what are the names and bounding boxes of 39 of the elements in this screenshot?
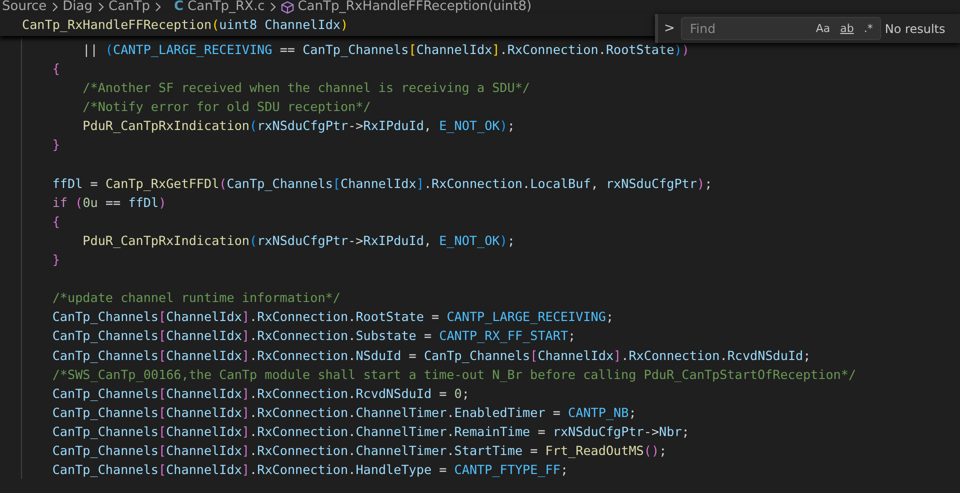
code-line: PduR_CanTpRxIndication(rxNSduCfgPtr->RxIPduId, E_NOT_OK); <box>82 232 516 250</box>
find-option-toggle[interactable]: Aa <box>812 20 834 38</box>
code-line: /*SWS_CanTp_00166,the CanTp module shall start a time-out N_Br before calling PduR_CanTpStartOfReception*/ <box>51 366 858 384</box>
code-line: /*update channel runtime information*/ <box>51 289 342 308</box>
code-line: || (CANTP_LARGE_RECEIVING == CanTp_Channels[ChannelIdx].RxConnection.RootState)) <box>82 41 690 59</box>
match-status: No results <box>884 22 946 36</box>
chevron-icon <box>96 2 104 12</box>
code-line: ffDl = CanTp_RxGetFFDl(CanTp_Channels[ChannelIdx].RxConnection.LocalBuf, rxNSduCfgPtr); <box>51 174 714 193</box>
code-line: CanTp_Channels[ChannelIdx].RxConnection.ChannelTimer.StartTime = Frt_ReadOutMS(); <box>51 442 668 460</box>
code-line: } <box>51 251 61 270</box>
breadcrumb-item[interactable]: CanTp_RxHandleFFReception(uint8) <box>298 0 532 14</box>
breadcrumb-item[interactable]: CanTp <box>108 0 150 14</box>
breadcrumb-item[interactable]: CanTp_RX.c <box>188 0 265 14</box>
breadcrumb-item[interactable]: Diag <box>62 0 92 14</box>
code-line: CanTp_Channels[ChannelIdx].RxConnection.NSduId = CanTp_Channels[ChannelIdx].RxConnection.RcvdNSduId; <box>51 346 812 365</box>
chevron-icon <box>268 2 277 12</box>
code-line: /*Another SF received when the channel is receiving a SDU*/ <box>82 79 532 98</box>
chevron-icon <box>154 2 162 12</box>
c-file-icon: C <box>174 0 184 14</box>
code-line: CanTp_Channels[ChannelIdx].RxConnection.ChannelTimer.EnabledTimer = CANTP_NB; <box>51 404 638 422</box>
cube-icon <box>280 0 294 14</box>
code-line: } <box>51 136 61 154</box>
find-field[interactable]: Find Aa ab .* <box>680 17 881 40</box>
code-line: { <box>51 60 61 78</box>
code-line: CanTp_Channels[ChannelIdx].RxConnection.ChannelTimer.RemainTime = rxNSduCfgPtr->Nbr; <box>51 422 690 441</box>
find-option-toggle[interactable]: .* <box>860 20 877 38</box>
code-line: /*Notify error for old SDU reception*/ <box>82 98 372 116</box>
code-line: CanTp_Channels[ChannelIdx].RxConnection.RootState = CANTP_LARGE_RECEIVING; <box>51 308 615 326</box>
find-option-toggle[interactable]: ab <box>836 20 858 38</box>
code-line: if (0u == ffDl) <box>51 194 168 212</box>
chevron-icon <box>50 2 59 12</box>
breadcrumb-item[interactable]: Source <box>2 0 47 14</box>
code-line: CanTp_Channels[ChannelIdx].RxConnection.HandleType = CANTP_FTYPE_FF; <box>51 461 570 480</box>
code-line: PduR_CanTpRxIndication(rxNSduCfgPtr->RxIPduId, E_NOT_OK); <box>82 117 516 136</box>
sticky-scroll-line[interactable]: CanTp_RxHandleFFReception(uint8 ChannelIdx) <box>22 15 348 35</box>
code-line: CanTp_Channels[ChannelIdx].RxConnection.RcvdNSduId = 0; <box>51 384 470 403</box>
toggle-replace-button[interactable]: > <box>658 21 677 36</box>
code-line: CanTp_Channels[ChannelIdx].RxConnection.Substate = CANTP_RX_FF_START; <box>51 327 577 346</box>
code-line: { <box>51 212 61 231</box>
